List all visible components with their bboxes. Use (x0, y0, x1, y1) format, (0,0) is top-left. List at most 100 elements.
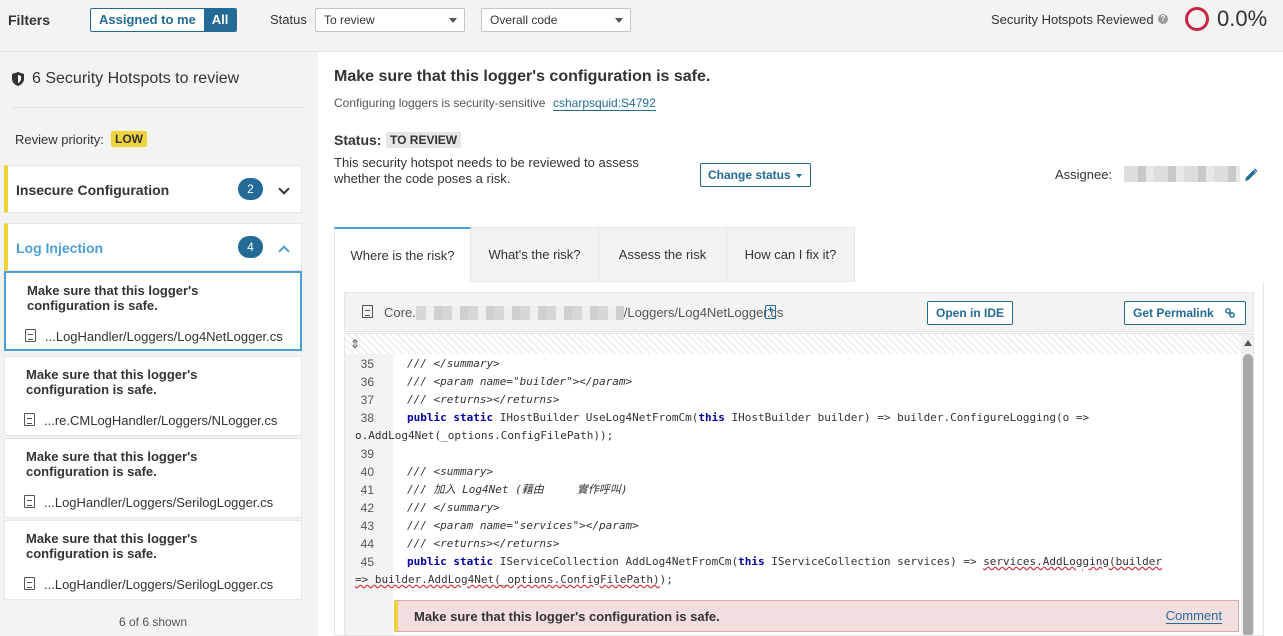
category-log-injection[interactable]: Log Injection 4 (4, 223, 302, 271)
line-number: 43 (360, 519, 374, 533)
category-insecure-configuration[interactable]: Insecure Configuration 2 (4, 165, 302, 213)
code-file-path: Core. /Loggers/Log4NetLogger.cs (384, 305, 784, 320)
priority-badge: LOW (111, 131, 147, 147)
tab-where-is-the-risk[interactable]: Where is the risk? (334, 227, 471, 282)
status-select-value: To review (324, 13, 375, 27)
open-in-ide-button[interactable]: Open in IDE (927, 301, 1013, 325)
line-number: 42 (360, 501, 374, 515)
code-segment: IServiceCollection services) => (771, 555, 984, 568)
filters-title: Filters (8, 12, 51, 28)
code-line: 38 public static IHostBuilder UseLog4NetF… (345, 409, 1241, 427)
code-line: 43 /// <param name="services"></param> (345, 517, 1241, 535)
code-keyword: public static (407, 411, 500, 424)
line-number: 40 (360, 465, 374, 479)
line-number: 39 (360, 447, 374, 461)
code-segment: IServiceCollection AddLog4NetFromCm( (499, 555, 739, 568)
code-line: 44 /// <returns></returns> (345, 535, 1241, 553)
chevron-up-icon[interactable] (278, 245, 290, 257)
code-text: /// <param name="builder"></param> (407, 375, 633, 388)
code-text: => builder.AddLog4Net(_options.ConfigFil… (355, 571, 673, 589)
assigned-to-me-button[interactable]: Assigned to me (91, 9, 204, 31)
code-line: o.AddLog4Net(_options.ConfigFilePath)); (345, 427, 1241, 445)
get-permalink-button[interactable]: Get Permalink (1124, 301, 1246, 325)
scroll-up-arrow-icon[interactable] (1244, 340, 1252, 346)
code-lines: 35 /// </summary> 36 /// <param name="buil… (345, 355, 1241, 589)
code-keyword: public static (407, 555, 500, 568)
file-icon (24, 495, 35, 508)
tab-assess-the-risk[interactable]: Assess the risk (599, 227, 727, 282)
status-label: Status: (334, 132, 382, 148)
status-select[interactable]: To review (315, 8, 465, 32)
line-number: 38 (360, 411, 374, 425)
line-number: 44 (360, 537, 374, 551)
hotspot-message: Make sure that this logger's configurati… (26, 367, 198, 397)
hotspot-tabs: Where is the risk? What's the risk? Asse… (334, 227, 855, 282)
expand-icon[interactable]: ⇕ (350, 337, 360, 351)
line-number: 37 (360, 393, 374, 407)
hotspot-message: Make sure that this logger's configurati… (26, 531, 198, 561)
file-path-prefix: Core. (384, 305, 416, 320)
divider (12, 107, 304, 108)
hotspot-subtitle: Configuring loggers is security-sensitiv… (334, 96, 546, 110)
file-icon (24, 413, 35, 426)
category-count-badge: 4 (238, 236, 263, 258)
code-text: /// <returns></returns> (407, 537, 560, 550)
category-title: Log Injection (16, 240, 104, 256)
line-number: 41 (360, 483, 374, 497)
tab-how-can-i-fix-it[interactable]: How can I fix it? (727, 227, 855, 282)
copy-path-icon[interactable]: + (765, 305, 776, 319)
code-text: o.AddLog4Net(_options.ConfigFilePath)); (355, 429, 614, 442)
hotspot-list-item[interactable]: Make sure that this logger's configurati… (4, 520, 302, 600)
code-text: /// </summary> (407, 501, 500, 514)
chevron-down-icon (796, 174, 802, 178)
issue-message: Make sure that this logger's configurati… (414, 609, 720, 624)
assignee-filter-toggle: Assigned to me All (90, 8, 238, 32)
edit-pencil-icon[interactable] (1244, 168, 1258, 182)
line-number: 45 (360, 555, 374, 569)
redacted-path-segment (415, 305, 624, 320)
status-filter-label: Status (270, 12, 307, 27)
code-segment: IHostBuilder builder) => builder.Configu… (731, 411, 1090, 424)
hotspot-list-item[interactable]: Make sure that this logger's configurati… (4, 356, 302, 436)
comment-link[interactable]: Comment (1165, 609, 1222, 624)
scrollbar-thumb[interactable] (1243, 354, 1253, 635)
code-line: 41 /// 加入 Log4Net (藉由 實作呼叫) (345, 481, 1241, 499)
code-text: /// </summary> (407, 357, 500, 370)
expand-code-bar[interactable]: ⇕ (345, 334, 1241, 354)
hotspot-file-path: ...LogHandler/Loggers/SerilogLogger.cs (44, 577, 274, 592)
get-permalink-label: Get Permalink (1133, 306, 1214, 320)
filter-bar: Filters Assigned to me All Status To rev… (0, 0, 1283, 52)
assignee-label: Assignee: (1055, 167, 1113, 182)
code-line: => builder.AddLog4Net(_options.ConfigFil… (345, 571, 1241, 589)
review-priority-label: Review priority: (15, 132, 104, 147)
code-text: /// <summary> (407, 465, 494, 478)
change-status-button[interactable]: Change status (700, 163, 811, 187)
shown-count: 6 of 6 shown (118, 615, 188, 629)
code-viewer-header: Core. /Loggers/Log4NetLogger.cs + Open i… (344, 292, 1254, 332)
hotspot-file-path: ...LogHandler/Loggers/Log4NetLogger.cs (45, 329, 283, 344)
hotspot-list-item[interactable]: Make sure that this logger's configurati… (4, 438, 302, 518)
file-icon (25, 329, 36, 342)
help-icon[interactable]: ? (1158, 14, 1168, 24)
hotspot-count-title: 6 Security Hotspots to review (32, 70, 240, 87)
highlighted-code: => builder.AddLog4Net(_options.ConfigFil… (355, 573, 660, 586)
code-segment: ); (659, 573, 673, 586)
code-line: 45 public static IServiceCollection AddLo… (345, 553, 1241, 571)
hotspot-detail: Make sure that this logger's configurati… (318, 52, 1283, 636)
assignee-name-redacted (1124, 166, 1240, 182)
hotspot-title: Make sure that this logger's configurati… (334, 68, 711, 85)
reviewed-progress-ring (1185, 7, 1209, 31)
all-button[interactable]: All (203, 9, 237, 31)
rule-link[interactable]: csharpsquid:S4792 (553, 96, 656, 111)
hotspot-message: Make sure that this logger's configurati… (27, 283, 199, 313)
sidebar-header: 6 Security Hotspots to review (12, 70, 239, 88)
status-badge: TO REVIEW (386, 132, 462, 148)
hotspot-list-item[interactable]: Make sure that this logger's configurati… (4, 271, 302, 351)
highlighted-code: services.AddLogging(builder (983, 555, 1162, 568)
chevron-down-icon[interactable] (278, 183, 290, 195)
hotspots-reviewed-label: Security Hotspots Reviewed (991, 12, 1154, 27)
scope-select[interactable]: Overall code (481, 8, 631, 32)
tab-whats-the-risk[interactable]: What's the risk? (471, 227, 599, 282)
code-scrollbar[interactable] (1241, 334, 1253, 635)
file-path-suffix: /Loggers/Log4NetLogger.cs (623, 305, 784, 320)
